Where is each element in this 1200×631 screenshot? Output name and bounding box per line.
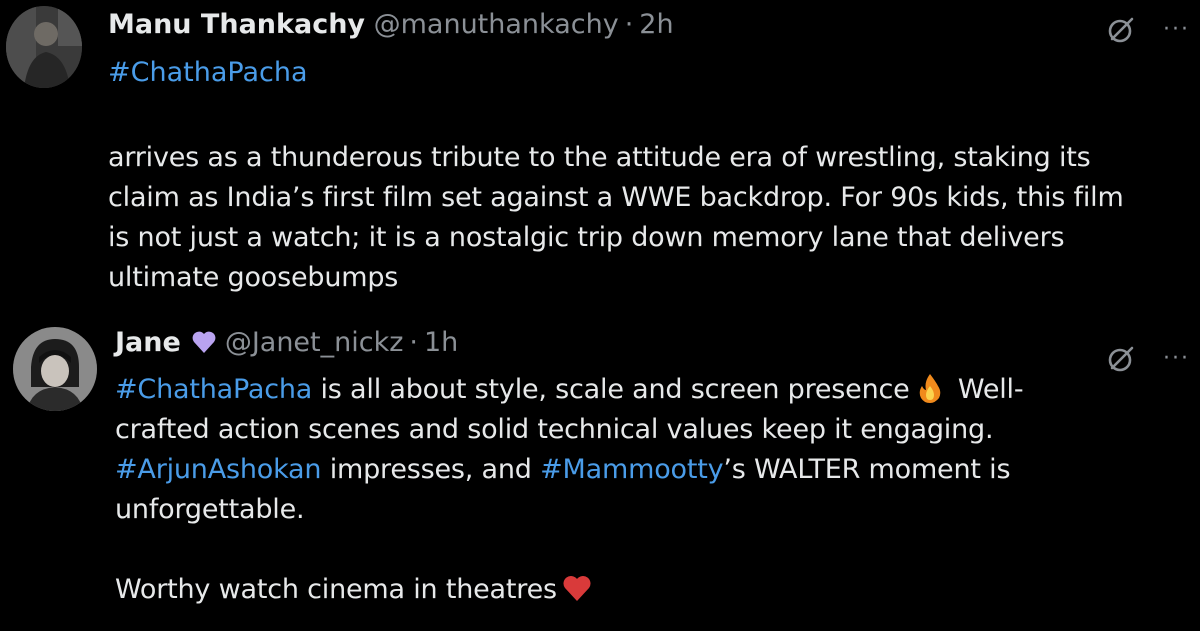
hashtag-link[interactable]: #ChathaPacha	[115, 374, 312, 405]
body-line: unforgettable.	[115, 494, 305, 525]
timestamp[interactable]: 2h	[639, 9, 673, 40]
tweet-body: arrives as a thunderous tribute to the a…	[108, 138, 1198, 298]
body-line: Worthy watch cinema in theatres	[115, 570, 1195, 610]
author-handle[interactable]: @manuthankachy	[374, 9, 619, 40]
body-text-segment: ’s WALTER moment is	[723, 454, 1011, 485]
author-handle[interactable]: @Janet_nickz	[225, 327, 404, 358]
avatar[interactable]	[13, 327, 97, 411]
purple-heart-icon	[192, 331, 216, 353]
tweet-actions: ···	[1105, 14, 1190, 46]
hashtag-link[interactable]: #ArjunAshokan	[115, 454, 322, 485]
tweet-header: Manu Thankachy @manuthankachy · 2h	[108, 8, 674, 42]
body-text-segment: Worthy watch cinema in theatres	[115, 574, 557, 605]
author-name[interactable]: Manu Thankachy	[108, 9, 365, 40]
author-name[interactable]: Jane	[115, 327, 181, 358]
body-line: ultimate goosebumps	[108, 262, 399, 293]
body-text-segment: impresses, and	[321, 454, 541, 485]
timestamp[interactable]: 1h	[424, 327, 458, 358]
body-text-segment: Well-	[949, 374, 1024, 405]
hashtag-link[interactable]: #ChathaPacha	[108, 56, 308, 90]
tweet-body: #ChathaPacha is all about style, scale a…	[115, 370, 1195, 610]
tweet-header: Jane @Janet_nickz · 1h	[115, 326, 458, 360]
red-heart-icon	[563, 576, 591, 601]
separator: ·	[624, 9, 634, 40]
grok-icon[interactable]	[1105, 14, 1137, 46]
tweet-manu[interactable]: Manu Thankachy @manuthankachy · 2h ··· #Ch…	[0, 0, 1200, 318]
body-line: arrives as a thunderous tribute to the a…	[108, 142, 1091, 173]
fire-emoji-icon	[919, 374, 940, 403]
avatar-image	[13, 327, 97, 411]
body-line: #ChathaPacha is all about style, scale a…	[115, 370, 1195, 410]
more-icon[interactable]: ···	[1163, 19, 1190, 41]
hashtag-link[interactable]: #Mammootty	[540, 454, 723, 485]
body-line: crafted action scenes and solid technica…	[115, 414, 994, 445]
tweet-jane[interactable]: Jane @Janet_nickz · 1h ··· #ChathaPacha is…	[0, 318, 1200, 631]
more-icon[interactable]: ···	[1163, 348, 1190, 370]
body-line: is not just a watch; it is a nostalgic t…	[108, 222, 1065, 253]
body-line: claim as India’s first film set against …	[108, 182, 1124, 213]
separator: ·	[409, 327, 418, 358]
avatar[interactable]	[6, 6, 82, 88]
body-text-segment: is all about style, scale and screen pre…	[312, 374, 910, 405]
body-line: #ArjunAshokan impresses, and #Mammootty’…	[115, 450, 1195, 490]
avatar-image	[6, 6, 82, 88]
